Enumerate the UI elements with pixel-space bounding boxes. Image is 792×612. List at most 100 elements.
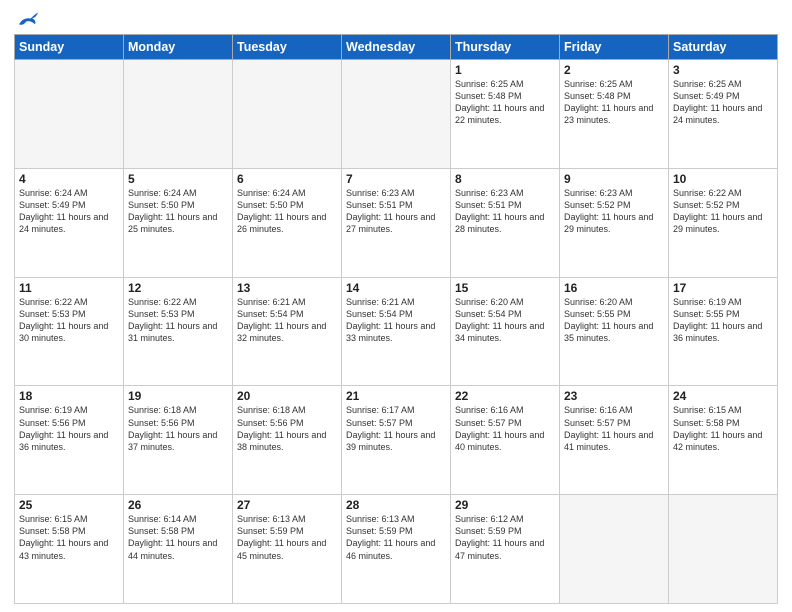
day-info: Sunrise: 6:17 AM Sunset: 5:57 PM Dayligh… (346, 404, 446, 453)
calendar-cell: 14Sunrise: 6:21 AM Sunset: 5:54 PM Dayli… (342, 277, 451, 386)
day-info: Sunrise: 6:24 AM Sunset: 5:49 PM Dayligh… (19, 187, 119, 236)
day-info: Sunrise: 6:14 AM Sunset: 5:58 PM Dayligh… (128, 513, 228, 562)
calendar-cell: 7Sunrise: 6:23 AM Sunset: 5:51 PM Daylig… (342, 168, 451, 277)
calendar-cell: 20Sunrise: 6:18 AM Sunset: 5:56 PM Dayli… (233, 386, 342, 495)
calendar-cell: 27Sunrise: 6:13 AM Sunset: 5:59 PM Dayli… (233, 495, 342, 604)
day-info: Sunrise: 6:23 AM Sunset: 5:51 PM Dayligh… (455, 187, 555, 236)
calendar-cell: 23Sunrise: 6:16 AM Sunset: 5:57 PM Dayli… (560, 386, 669, 495)
calendar-cell: 28Sunrise: 6:13 AM Sunset: 5:59 PM Dayli… (342, 495, 451, 604)
day-number: 28 (346, 498, 446, 512)
header (14, 10, 778, 30)
calendar-cell: 11Sunrise: 6:22 AM Sunset: 5:53 PM Dayli… (15, 277, 124, 386)
day-number: 25 (19, 498, 119, 512)
day-info: Sunrise: 6:18 AM Sunset: 5:56 PM Dayligh… (237, 404, 337, 453)
col-header-saturday: Saturday (669, 35, 778, 60)
day-info: Sunrise: 6:20 AM Sunset: 5:54 PM Dayligh… (455, 296, 555, 345)
calendar-cell (124, 60, 233, 169)
day-number: 3 (673, 63, 773, 77)
day-number: 18 (19, 389, 119, 403)
logo (14, 10, 38, 30)
day-number: 17 (673, 281, 773, 295)
day-info: Sunrise: 6:25 AM Sunset: 5:49 PM Dayligh… (673, 78, 773, 127)
day-info: Sunrise: 6:21 AM Sunset: 5:54 PM Dayligh… (237, 296, 337, 345)
calendar-cell: 18Sunrise: 6:19 AM Sunset: 5:56 PM Dayli… (15, 386, 124, 495)
col-header-sunday: Sunday (15, 35, 124, 60)
day-number: 24 (673, 389, 773, 403)
day-number: 10 (673, 172, 773, 186)
calendar-cell: 21Sunrise: 6:17 AM Sunset: 5:57 PM Dayli… (342, 386, 451, 495)
day-number: 27 (237, 498, 337, 512)
day-number: 6 (237, 172, 337, 186)
calendar-header-row: SundayMondayTuesdayWednesdayThursdayFrid… (15, 35, 778, 60)
page: SundayMondayTuesdayWednesdayThursdayFrid… (0, 0, 792, 612)
calendar-cell: 29Sunrise: 6:12 AM Sunset: 5:59 PM Dayli… (451, 495, 560, 604)
calendar-cell: 12Sunrise: 6:22 AM Sunset: 5:53 PM Dayli… (124, 277, 233, 386)
calendar-cell: 3Sunrise: 6:25 AM Sunset: 5:49 PM Daylig… (669, 60, 778, 169)
day-info: Sunrise: 6:18 AM Sunset: 5:56 PM Dayligh… (128, 404, 228, 453)
day-info: Sunrise: 6:15 AM Sunset: 5:58 PM Dayligh… (19, 513, 119, 562)
day-number: 13 (237, 281, 337, 295)
day-number: 16 (564, 281, 664, 295)
calendar-cell: 13Sunrise: 6:21 AM Sunset: 5:54 PM Dayli… (233, 277, 342, 386)
calendar-cell: 16Sunrise: 6:20 AM Sunset: 5:55 PM Dayli… (560, 277, 669, 386)
day-number: 7 (346, 172, 446, 186)
calendar-cell: 6Sunrise: 6:24 AM Sunset: 5:50 PM Daylig… (233, 168, 342, 277)
day-info: Sunrise: 6:16 AM Sunset: 5:57 PM Dayligh… (455, 404, 555, 453)
day-number: 8 (455, 172, 555, 186)
day-number: 26 (128, 498, 228, 512)
day-number: 22 (455, 389, 555, 403)
calendar-cell: 2Sunrise: 6:25 AM Sunset: 5:48 PM Daylig… (560, 60, 669, 169)
day-info: Sunrise: 6:19 AM Sunset: 5:55 PM Dayligh… (673, 296, 773, 345)
day-info: Sunrise: 6:20 AM Sunset: 5:55 PM Dayligh… (564, 296, 664, 345)
day-info: Sunrise: 6:19 AM Sunset: 5:56 PM Dayligh… (19, 404, 119, 453)
week-row-0: 1Sunrise: 6:25 AM Sunset: 5:48 PM Daylig… (15, 60, 778, 169)
calendar-cell: 9Sunrise: 6:23 AM Sunset: 5:52 PM Daylig… (560, 168, 669, 277)
calendar-cell: 22Sunrise: 6:16 AM Sunset: 5:57 PM Dayli… (451, 386, 560, 495)
day-number: 19 (128, 389, 228, 403)
day-number: 14 (346, 281, 446, 295)
day-number: 11 (19, 281, 119, 295)
day-number: 12 (128, 281, 228, 295)
day-info: Sunrise: 6:25 AM Sunset: 5:48 PM Dayligh… (564, 78, 664, 127)
col-header-wednesday: Wednesday (342, 35, 451, 60)
day-number: 20 (237, 389, 337, 403)
calendar-cell: 1Sunrise: 6:25 AM Sunset: 5:48 PM Daylig… (451, 60, 560, 169)
day-number: 2 (564, 63, 664, 77)
day-info: Sunrise: 6:12 AM Sunset: 5:59 PM Dayligh… (455, 513, 555, 562)
week-row-2: 11Sunrise: 6:22 AM Sunset: 5:53 PM Dayli… (15, 277, 778, 386)
day-number: 23 (564, 389, 664, 403)
col-header-thursday: Thursday (451, 35, 560, 60)
calendar-cell: 17Sunrise: 6:19 AM Sunset: 5:55 PM Dayli… (669, 277, 778, 386)
calendar-cell (669, 495, 778, 604)
week-row-4: 25Sunrise: 6:15 AM Sunset: 5:58 PM Dayli… (15, 495, 778, 604)
col-header-monday: Monday (124, 35, 233, 60)
day-number: 29 (455, 498, 555, 512)
day-info: Sunrise: 6:22 AM Sunset: 5:53 PM Dayligh… (128, 296, 228, 345)
calendar-cell: 5Sunrise: 6:24 AM Sunset: 5:50 PM Daylig… (124, 168, 233, 277)
day-info: Sunrise: 6:23 AM Sunset: 5:51 PM Dayligh… (346, 187, 446, 236)
calendar-cell: 24Sunrise: 6:15 AM Sunset: 5:58 PM Dayli… (669, 386, 778, 495)
calendar-cell: 4Sunrise: 6:24 AM Sunset: 5:49 PM Daylig… (15, 168, 124, 277)
calendar-cell (15, 60, 124, 169)
day-info: Sunrise: 6:22 AM Sunset: 5:52 PM Dayligh… (673, 187, 773, 236)
logo-bird-icon (16, 10, 38, 30)
calendar-cell: 26Sunrise: 6:14 AM Sunset: 5:58 PM Dayli… (124, 495, 233, 604)
day-number: 9 (564, 172, 664, 186)
calendar-cell: 8Sunrise: 6:23 AM Sunset: 5:51 PM Daylig… (451, 168, 560, 277)
day-info: Sunrise: 6:16 AM Sunset: 5:57 PM Dayligh… (564, 404, 664, 453)
day-number: 15 (455, 281, 555, 295)
calendar-cell: 25Sunrise: 6:15 AM Sunset: 5:58 PM Dayli… (15, 495, 124, 604)
day-number: 5 (128, 172, 228, 186)
day-info: Sunrise: 6:15 AM Sunset: 5:58 PM Dayligh… (673, 404, 773, 453)
calendar-cell (342, 60, 451, 169)
day-info: Sunrise: 6:25 AM Sunset: 5:48 PM Dayligh… (455, 78, 555, 127)
day-info: Sunrise: 6:13 AM Sunset: 5:59 PM Dayligh… (346, 513, 446, 562)
calendar-table: SundayMondayTuesdayWednesdayThursdayFrid… (14, 34, 778, 604)
day-number: 21 (346, 389, 446, 403)
day-info: Sunrise: 6:13 AM Sunset: 5:59 PM Dayligh… (237, 513, 337, 562)
week-row-3: 18Sunrise: 6:19 AM Sunset: 5:56 PM Dayli… (15, 386, 778, 495)
day-number: 1 (455, 63, 555, 77)
day-info: Sunrise: 6:21 AM Sunset: 5:54 PM Dayligh… (346, 296, 446, 345)
day-info: Sunrise: 6:22 AM Sunset: 5:53 PM Dayligh… (19, 296, 119, 345)
col-header-tuesday: Tuesday (233, 35, 342, 60)
